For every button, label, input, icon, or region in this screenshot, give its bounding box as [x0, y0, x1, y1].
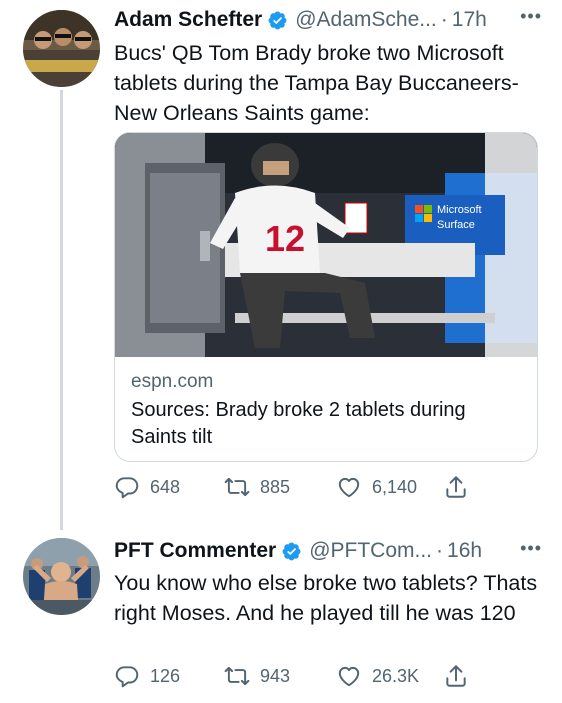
reply-button[interactable]: 126	[114, 663, 224, 689]
display-name[interactable]: PFT Commenter	[114, 538, 276, 564]
display-name[interactable]: Adam Schefter	[114, 7, 262, 33]
more-icon[interactable]: •••	[520, 538, 542, 559]
retweet-button[interactable]: 885	[224, 474, 336, 500]
retweet-icon	[224, 477, 250, 497]
like-button[interactable]: 6,140	[336, 474, 443, 500]
card-domain: espn.com	[131, 371, 214, 392]
timestamp[interactable]: 17h	[452, 7, 487, 33]
card-title: Sources: Brady broke 2 tablets during Sa…	[131, 399, 466, 448]
like-button[interactable]: 26.3K	[336, 663, 443, 689]
sign-text-surface: Surface	[437, 219, 475, 231]
like-icon	[338, 666, 360, 687]
retweet-button[interactable]: 943	[224, 663, 336, 689]
tweet-text: Bucs' QB Tom Brady broke two Microsoft t…	[114, 41, 519, 125]
action-bar: 648 885 6,140	[114, 474, 469, 500]
card-image: Microsoft Surface 12	[115, 133, 537, 357]
retweet-count: 943	[260, 665, 291, 686]
more-icon[interactable]: •••	[520, 6, 542, 27]
verified-badge-icon	[282, 542, 301, 560]
link-card[interactable]: Microsoft Surface 12 espn.com Sources: B…	[114, 132, 538, 462]
action-bar: 126 943 26.3K	[114, 663, 469, 689]
like-count: 6,140	[372, 476, 418, 497]
reply-button[interactable]: 648	[114, 474, 224, 500]
reply-count: 648	[150, 476, 181, 497]
separator-dot: ·	[436, 539, 444, 562]
user-handle[interactable]: @PFTCom...	[309, 538, 432, 564]
jersey-number: 12	[265, 218, 305, 259]
thread-line	[60, 90, 63, 530]
share-button[interactable]	[443, 663, 469, 689]
like-count: 26.3K	[372, 665, 420, 686]
retweet-icon	[224, 666, 250, 686]
avatar-adam-schefter[interactable]	[23, 10, 100, 87]
avatar-pft-commenter[interactable]	[23, 538, 100, 615]
verified-badge-icon	[268, 11, 287, 29]
tweet-header: PFT Commenter @PFTCom... · 16h	[114, 538, 482, 564]
tweet-text: You know who else broke two tablets? Tha…	[114, 571, 538, 625]
share-icon	[446, 476, 466, 498]
tweet-pft-commenter[interactable]: PFT Commenter @PFTCom... · 16h ••• You k…	[0, 520, 562, 703]
user-handle[interactable]: @AdamSche...	[295, 7, 437, 33]
reply-count: 126	[150, 665, 181, 686]
share-icon	[446, 665, 466, 687]
share-button[interactable]	[443, 474, 469, 500]
reply-icon	[115, 477, 139, 499]
timestamp[interactable]: 16h	[447, 538, 482, 564]
tweet-adam-schefter[interactable]: Adam Schefter @AdamSche... · 17h ••• Buc…	[0, 0, 562, 530]
tweet-header: Adam Schefter @AdamSche... · 17h	[114, 7, 487, 33]
separator-dot: ·	[440, 8, 448, 31]
like-icon	[338, 477, 360, 498]
sign-text-microsoft: Microsoft	[437, 204, 482, 216]
retweet-count: 885	[260, 476, 291, 497]
reply-icon	[115, 666, 139, 688]
